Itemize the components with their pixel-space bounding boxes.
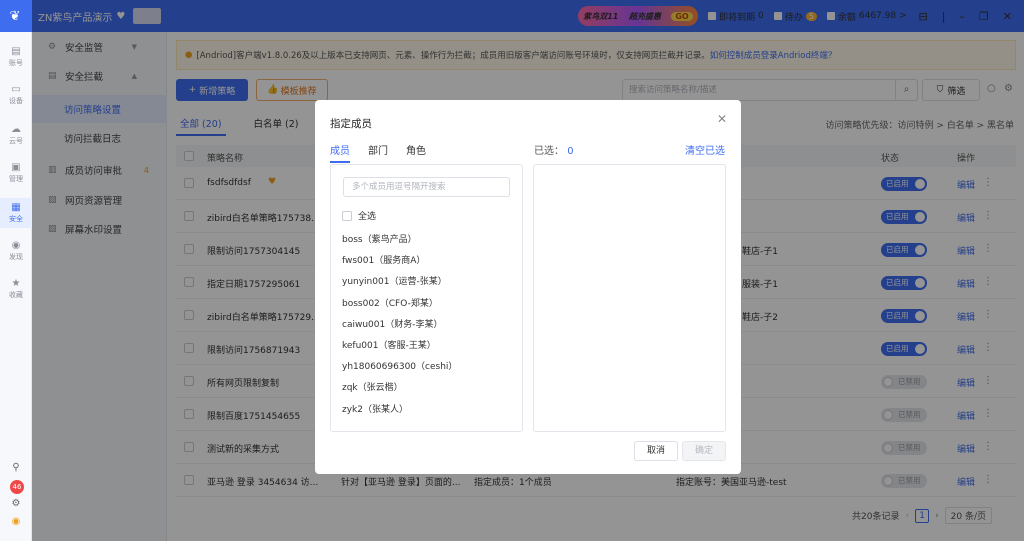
sidebar-item-cloud[interactable]: ☁ 云号 — [0, 124, 32, 146]
member-option[interactable]: fws001（服务商A） — [342, 253, 425, 266]
help-icon[interactable]: ◉ — [0, 516, 32, 527]
select-all-option[interactable]: 全选 — [342, 209, 376, 222]
confirm-button: 确定 — [682, 441, 726, 461]
member-option[interactable]: zyk2（张某人） — [342, 402, 408, 415]
sidebar-item-manage[interactable]: ▣ 管理 — [0, 162, 32, 184]
member-option[interactable]: yunyin001（运营-张某） — [342, 274, 447, 287]
member-option[interactable]: yh18060696300（ceshi） — [342, 359, 457, 372]
selected-count: 已选： 0 — [534, 142, 574, 157]
sidebar-item-account[interactable]: ▤ 账号 — [0, 46, 32, 68]
member-option[interactable]: boss002（CFO-郑某） — [342, 296, 438, 309]
close-icon[interactable]: ✕ — [717, 112, 727, 126]
sidebar-label: 收藏 — [9, 291, 23, 299]
sidebar-label: 云号 — [9, 137, 23, 145]
selected-label: 已选： — [534, 146, 564, 157]
tab-departments[interactable]: 部门 — [368, 142, 388, 163]
sidebar-label: 管理 — [9, 175, 23, 183]
cloud-icon: ☁ — [11, 124, 21, 135]
member-select-dialog: 指定成员 ✕ 成员 部门 角色 已选： 0 清空已选 多个成员用逗号隔开搜索 全… — [315, 100, 741, 474]
sidebar-item-favorites[interactable]: ★ 收藏 — [0, 278, 32, 300]
cancel-button[interactable]: 取消 — [634, 441, 678, 461]
device-icon: ▭ — [11, 84, 21, 95]
sidebar-item-device[interactable]: ▭ 设备 — [0, 84, 32, 106]
dialog-title: 指定成员 — [330, 118, 372, 130]
selected-members-panel — [533, 164, 726, 432]
tab-members[interactable]: 成员 — [330, 142, 350, 163]
selected-number: 0 — [567, 146, 574, 157]
pin-icon[interactable]: ⚲ — [0, 462, 32, 473]
tab-roles[interactable]: 角色 — [406, 142, 426, 163]
member-search-input[interactable]: 多个成员用逗号隔开搜索 — [343, 177, 510, 197]
star-icon: ★ — [11, 278, 21, 289]
security-icon: ▦ — [11, 202, 21, 213]
account-icon: ▤ — [11, 46, 21, 57]
sidebar-label: 设备 — [9, 97, 23, 105]
sidebar-item-discover[interactable]: ◉ 发现 — [0, 240, 32, 262]
member-option[interactable]: zqk（张云楷） — [342, 380, 403, 393]
sidebar-label: 发现 — [9, 253, 23, 261]
member-option[interactable]: caiwu001（财务-李某） — [342, 317, 442, 330]
member-option[interactable]: boss（紫鸟产品） — [342, 232, 417, 245]
notification-badge[interactable]: 46 — [10, 480, 24, 494]
select-all-label: 全选 — [358, 212, 377, 222]
member-option[interactable]: kefu001（客服-王某） — [342, 338, 436, 351]
settings-icon[interactable]: ⚙ — [0, 498, 32, 509]
select-all-checkbox[interactable] — [342, 210, 352, 221]
clear-selection-link[interactable]: 清空已选 — [685, 142, 725, 157]
sidebar-label: 账号 — [9, 59, 23, 67]
manage-icon: ▣ — [11, 162, 21, 173]
sidebar-label: 安全 — [9, 215, 23, 223]
icon-sidebar: ▤ 账号 ▭ 设备 ☁ 云号 ▣ 管理 ▦ 安全 ◉ 发现 ★ 收藏 ⚲ 46 ⚙ ◉ — [0, 32, 32, 541]
member-list-panel: 多个成员用逗号隔开搜索 全选 boss（紫鸟产品） fws001（服务商A） yun… — [330, 164, 523, 432]
discover-icon: ◉ — [11, 240, 21, 251]
app-logo-icon: ❦ — [9, 8, 21, 24]
sidebar-item-security[interactable]: ▦ 安全 — [0, 198, 32, 228]
